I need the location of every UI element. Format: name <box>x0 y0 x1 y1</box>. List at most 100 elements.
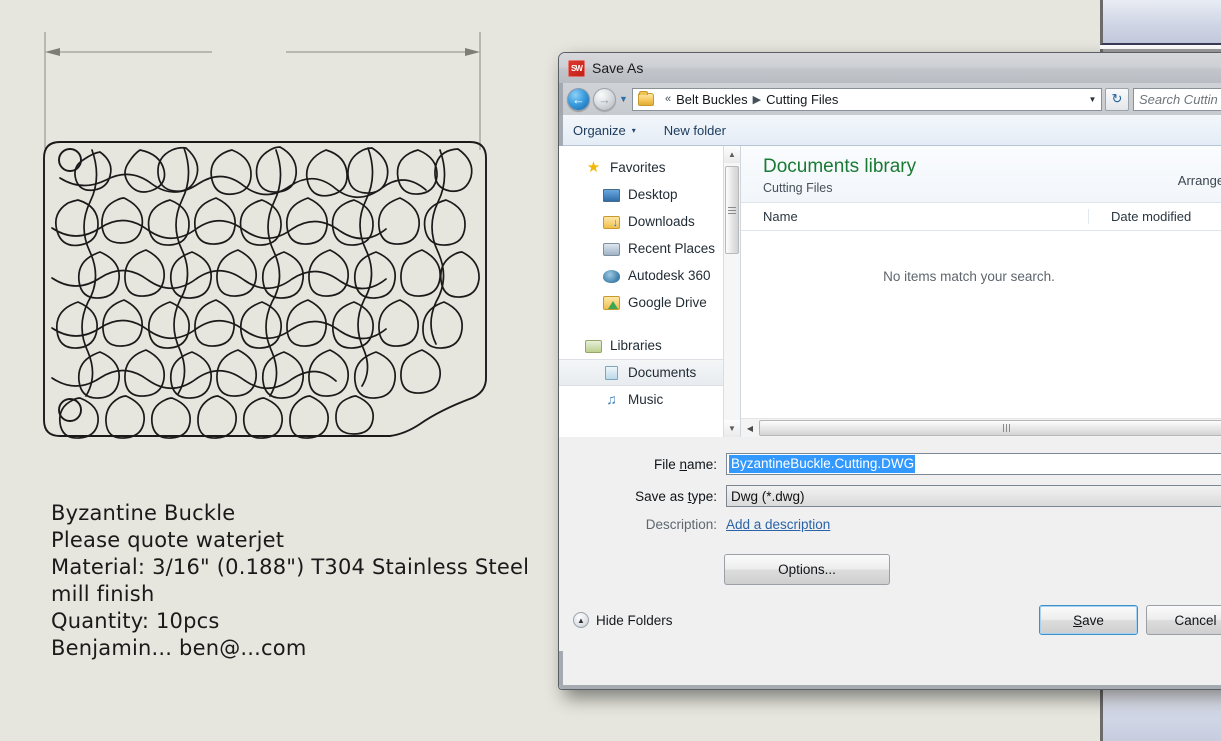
sidebar-item-label: Documents <box>628 365 697 380</box>
address-bar-row: ← → ▼ « Belt Buckles ▶ Cutting Files ▼ ↻… <box>559 83 1221 115</box>
music-icon: ♫ <box>606 391 617 407</box>
file-list-horizontal-scrollbar[interactable]: ◀ <box>741 418 1221 437</box>
save-as-type-row: Save as type: Dwg (*.dwg) <box>559 485 1221 507</box>
documents-icon <box>605 365 618 380</box>
save-as-dialog[interactable]: SW Save As ← → ▼ « Belt Buckles ▶ Cuttin… <box>558 52 1221 690</box>
library-header-text: Documents library Cutting Files <box>763 155 916 202</box>
file-name-label-post: ame: <box>686 456 717 472</box>
sidebar-item-desktop[interactable]: Desktop <box>559 181 740 208</box>
collapse-arrow-up-icon: ▲ <box>573 612 589 628</box>
description-row: Description: Add a description <box>559 517 1221 532</box>
save-as-type-label-pre: Save as <box>635 488 688 504</box>
column-header-row: Name Date modified <box>741 202 1221 231</box>
sidebar-group-label: Libraries <box>610 338 662 353</box>
arrange-by-button[interactable]: Arrange by: <box>1178 173 1221 202</box>
options-button-wrap: Options... <box>724 554 1221 585</box>
cad-part-drawing <box>43 32 487 439</box>
dialog-body: ★ Favorites Desktop Downloads Recent Pla… <box>559 146 1221 437</box>
file-name-label-accel: n <box>679 456 687 472</box>
scrollbar-thumb[interactable] <box>725 166 739 254</box>
add-description-link[interactable]: Add a description <box>726 517 830 532</box>
sidebar-item-label: Desktop <box>628 187 678 202</box>
desktop-icon <box>603 188 620 202</box>
column-header-name[interactable]: Name <box>741 209 1089 224</box>
libraries-icon <box>585 339 602 353</box>
sidebar-item-label: Google Drive <box>628 295 707 310</box>
library-title: Documents library <box>763 156 917 177</box>
sidebar-item-autodesk-360[interactable]: Autodesk 360 <box>559 262 740 289</box>
breadcrumb-item-belt-buckles[interactable]: Belt Buckles <box>676 92 748 107</box>
sidebar-group-favorites[interactable]: ★ Favorites <box>559 154 740 181</box>
sidebar-item-recent-places[interactable]: Recent Places <box>559 235 740 262</box>
sidebar-item-documents[interactable]: Documents <box>559 359 740 386</box>
background-app-panel-bottom <box>1100 690 1221 741</box>
dialog-titlebar[interactable]: SW Save As <box>559 53 1221 83</box>
scroll-down-arrow-icon[interactable]: ▼ <box>724 420 740 437</box>
recent-locations-chevron-down-icon[interactable]: ▼ <box>617 94 630 104</box>
scroll-up-arrow-icon[interactable]: ▲ <box>724 146 740 163</box>
save-as-type-select[interactable]: Dwg (*.dwg) <box>726 485 1221 507</box>
file-name-row: File name: ByzantineBuckle.Cutting.DWG <box>559 453 1221 475</box>
save-button-label: ave <box>1082 612 1104 628</box>
back-button[interactable]: ← <box>567 87 590 111</box>
scrollbar-track[interactable] <box>759 420 1221 436</box>
sidebar-item-google-drive[interactable]: Google Drive <box>559 289 740 316</box>
navigation-list: ★ Favorites Desktop Downloads Recent Pla… <box>559 154 740 413</box>
sidebar-item-label: Music <box>628 392 664 407</box>
dialog-footer: ▲ Hide Folders Save Cancel <box>559 589 1221 651</box>
hide-folders-label: Hide Folders <box>596 612 673 628</box>
organize-label: Organize <box>573 122 626 138</box>
options-button[interactable]: Options... <box>724 554 890 585</box>
navigation-pane[interactable]: ★ Favorites Desktop Downloads Recent Pla… <box>559 146 741 437</box>
navigation-pane-scrollbar[interactable]: ▲ ▼ <box>723 146 740 437</box>
autodesk-cloud-icon <box>603 269 620 283</box>
breadcrumb-overflow-icon[interactable]: « <box>665 93 671 105</box>
scrollbar-grip-icon <box>1003 424 1010 432</box>
dimension-arrow-right <box>465 48 480 56</box>
sidebar-item-music[interactable]: ♫ Music <box>559 386 740 413</box>
dimension-arrow-left <box>45 48 60 56</box>
sidebar-group-spacer <box>559 316 740 332</box>
save-form: File name: ByzantineBuckle.Cutting.DWG S… <box>559 437 1221 651</box>
sidebar-item-label: Autodesk 360 <box>628 268 711 283</box>
sidebar-item-downloads[interactable]: Downloads <box>559 208 740 235</box>
chevron-down-icon: ▾ <box>631 125 636 135</box>
file-name-label: File name: <box>559 457 726 472</box>
cancel-button[interactable]: Cancel <box>1146 605 1221 635</box>
command-bar: Organize ▾ New folder <box>559 115 1221 146</box>
organize-menu-button[interactable]: Organize ▾ <box>573 123 636 138</box>
description-label: Description: <box>645 517 717 532</box>
breadcrumb-item-cutting-files[interactable]: Cutting Files <box>766 92 838 107</box>
scrollbar-grip-icon <box>728 206 736 214</box>
save-button[interactable]: Save <box>1039 605 1138 635</box>
file-name-label-pre: File <box>653 456 680 472</box>
file-list-pane[interactable]: Documents library Cutting Files Arrange … <box>741 146 1221 437</box>
address-dropdown-chevron-down-icon[interactable]: ▼ <box>1084 87 1102 111</box>
cad-annotation-notes: Byzantine Buckle Please quote waterjet M… <box>51 501 530 660</box>
downloads-folder-icon <box>603 215 620 229</box>
column-header-date-modified[interactable]: Date modified <box>1089 209 1191 224</box>
sidebar-group-libraries[interactable]: Libraries <box>559 332 740 359</box>
new-folder-button[interactable]: New folder <box>664 123 726 138</box>
footer-buttons: Save Cancel <box>1039 605 1221 635</box>
save-button-accel: S <box>1073 612 1083 628</box>
search-input[interactable]: Search Cuttin <box>1133 87 1221 111</box>
forward-button[interactable]: → <box>593 87 616 111</box>
background-app-panel-top <box>1100 0 1221 45</box>
library-header: Documents library Cutting Files Arrange … <box>741 146 1221 202</box>
scroll-left-arrow-icon[interactable]: ◀ <box>741 419 759 437</box>
library-subtitle: Cutting Files <box>763 181 833 195</box>
save-as-type-label-post: ype: <box>691 488 717 504</box>
address-breadcrumb-bar[interactable]: « Belt Buckles ▶ Cutting Files <box>632 87 1084 111</box>
star-icon: ★ <box>586 159 601 176</box>
google-drive-icon <box>603 296 620 310</box>
hide-folders-button[interactable]: ▲ Hide Folders <box>573 612 673 628</box>
recent-places-icon <box>603 242 620 256</box>
refresh-icon[interactable]: ↻ <box>1105 87 1129 111</box>
folder-icon <box>638 90 654 106</box>
scrollbar-thumb[interactable] <box>759 420 1221 436</box>
file-name-input[interactable]: ByzantineBuckle.Cutting.DWG <box>726 453 1221 475</box>
sidebar-group-label: Favorites <box>610 160 666 175</box>
chevron-right-icon: ▶ <box>752 93 762 106</box>
sidebar-item-label: Recent Places <box>628 241 716 256</box>
